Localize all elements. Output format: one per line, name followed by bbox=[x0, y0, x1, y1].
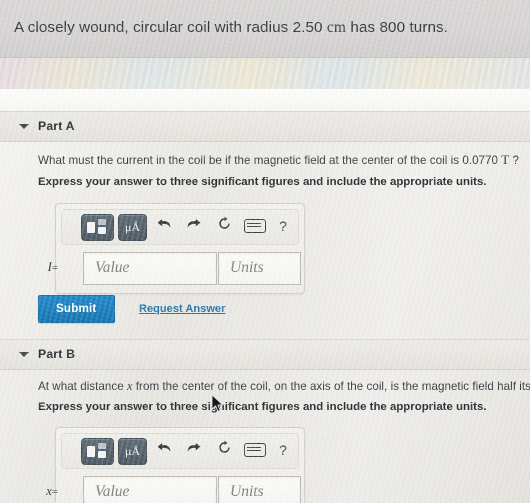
redo-icon[interactable] bbox=[184, 438, 204, 463]
undo-arrow-svg bbox=[157, 219, 171, 228]
part-a-prompt-unit: T bbox=[501, 152, 510, 167]
part-a-submit-row: Submit Request Answer bbox=[38, 295, 225, 323]
reset-circular-arrow-svg bbox=[218, 440, 230, 453]
units-button[interactable]: μÅ bbox=[118, 438, 147, 465]
part-b-value-input[interactable]: Value bbox=[83, 476, 217, 503]
white-spacer bbox=[0, 89, 530, 111]
part-a-label: Part A bbox=[38, 119, 75, 133]
part-a-toolbar: μÅ ? bbox=[61, 209, 299, 245]
part-b-variable-label: x= bbox=[30, 484, 58, 499]
part-b-prompt-before: At what distance bbox=[38, 380, 124, 393]
caret-down-icon[interactable] bbox=[19, 124, 29, 129]
question-unit: cm bbox=[326, 19, 347, 36]
part-a-prompt-after: ? bbox=[512, 154, 520, 167]
caret-down-icon[interactable] bbox=[19, 352, 29, 357]
part-b-field-row: x= Value Units bbox=[46, 476, 301, 503]
help-icon[interactable]: ? bbox=[274, 214, 292, 239]
part-b-prompt-after: from the center of the coil, on the axis… bbox=[135, 380, 530, 393]
redo-arrow-svg bbox=[187, 443, 201, 452]
part-b-units-placeholder: Units bbox=[230, 483, 264, 500]
part-b-value-placeholder: Value bbox=[95, 483, 130, 500]
part-b-toolbar: μÅ ? bbox=[61, 433, 299, 469]
reset-icon[interactable] bbox=[214, 438, 234, 463]
part-a-variable-label: I= bbox=[30, 260, 58, 275]
request-answer-link[interactable]: Request Answer bbox=[139, 303, 225, 315]
question-text: A closely wound, circular coil with radi… bbox=[14, 18, 448, 38]
keyboard-icon[interactable] bbox=[242, 443, 268, 457]
undo-arrow-svg bbox=[157, 443, 171, 452]
part-b-prompt: At what distance x from the center of th… bbox=[38, 379, 530, 394]
part-a-header[interactable]: Part A bbox=[0, 111, 530, 142]
part-b-instruction: Express your answer to three significant… bbox=[38, 401, 487, 413]
redo-arrow-svg bbox=[187, 219, 201, 228]
question-banner: A closely wound, circular coil with radi… bbox=[0, 0, 530, 58]
part-b-prompt-variable: x bbox=[126, 379, 133, 393]
part-a-prompt: What must the current in the coil be if … bbox=[38, 152, 519, 168]
part-b-equals: = bbox=[51, 486, 58, 498]
reset-circular-arrow-svg bbox=[218, 216, 230, 229]
math-template-icon[interactable] bbox=[81, 214, 114, 241]
math-template-icon[interactable] bbox=[81, 438, 114, 465]
page-background: A closely wound, circular coil with radi… bbox=[0, 0, 530, 503]
redo-icon[interactable] bbox=[184, 214, 204, 239]
part-a-units-input[interactable]: Units bbox=[218, 252, 301, 285]
undo-icon[interactable] bbox=[154, 214, 174, 239]
part-a-value-placeholder: Value bbox=[95, 259, 130, 276]
part-a-prompt-before: What must the current in the coil be if … bbox=[38, 154, 499, 167]
part-a-equals: = bbox=[51, 262, 58, 274]
undo-icon[interactable] bbox=[154, 438, 174, 463]
part-a-units-placeholder: Units bbox=[230, 259, 264, 276]
submit-button[interactable]: Submit bbox=[38, 295, 115, 323]
part-b-label: Part B bbox=[38, 347, 76, 361]
photo-glare-band bbox=[0, 58, 530, 89]
part-a-instruction: Express your answer to three significant… bbox=[38, 176, 487, 188]
part-a-answer-panel: μÅ ? I= Value Units bbox=[48, 203, 305, 294]
part-b-answer-panel: μÅ ? x= Value Units bbox=[46, 427, 305, 503]
part-a-field-row: I= Value Units bbox=[48, 252, 301, 286]
part-a-value-input[interactable]: Value bbox=[83, 252, 217, 285]
keyboard-icon[interactable] bbox=[242, 219, 268, 233]
part-b-header[interactable]: Part B bbox=[0, 339, 530, 370]
part-b-units-input[interactable]: Units bbox=[218, 476, 301, 503]
units-button[interactable]: μÅ bbox=[118, 214, 147, 241]
reset-icon[interactable] bbox=[214, 214, 234, 239]
question-text-before: A closely wound, circular coil with radi… bbox=[14, 19, 323, 36]
question-text-after: has 800 turns. bbox=[350, 19, 449, 36]
help-icon[interactable]: ? bbox=[274, 438, 292, 463]
